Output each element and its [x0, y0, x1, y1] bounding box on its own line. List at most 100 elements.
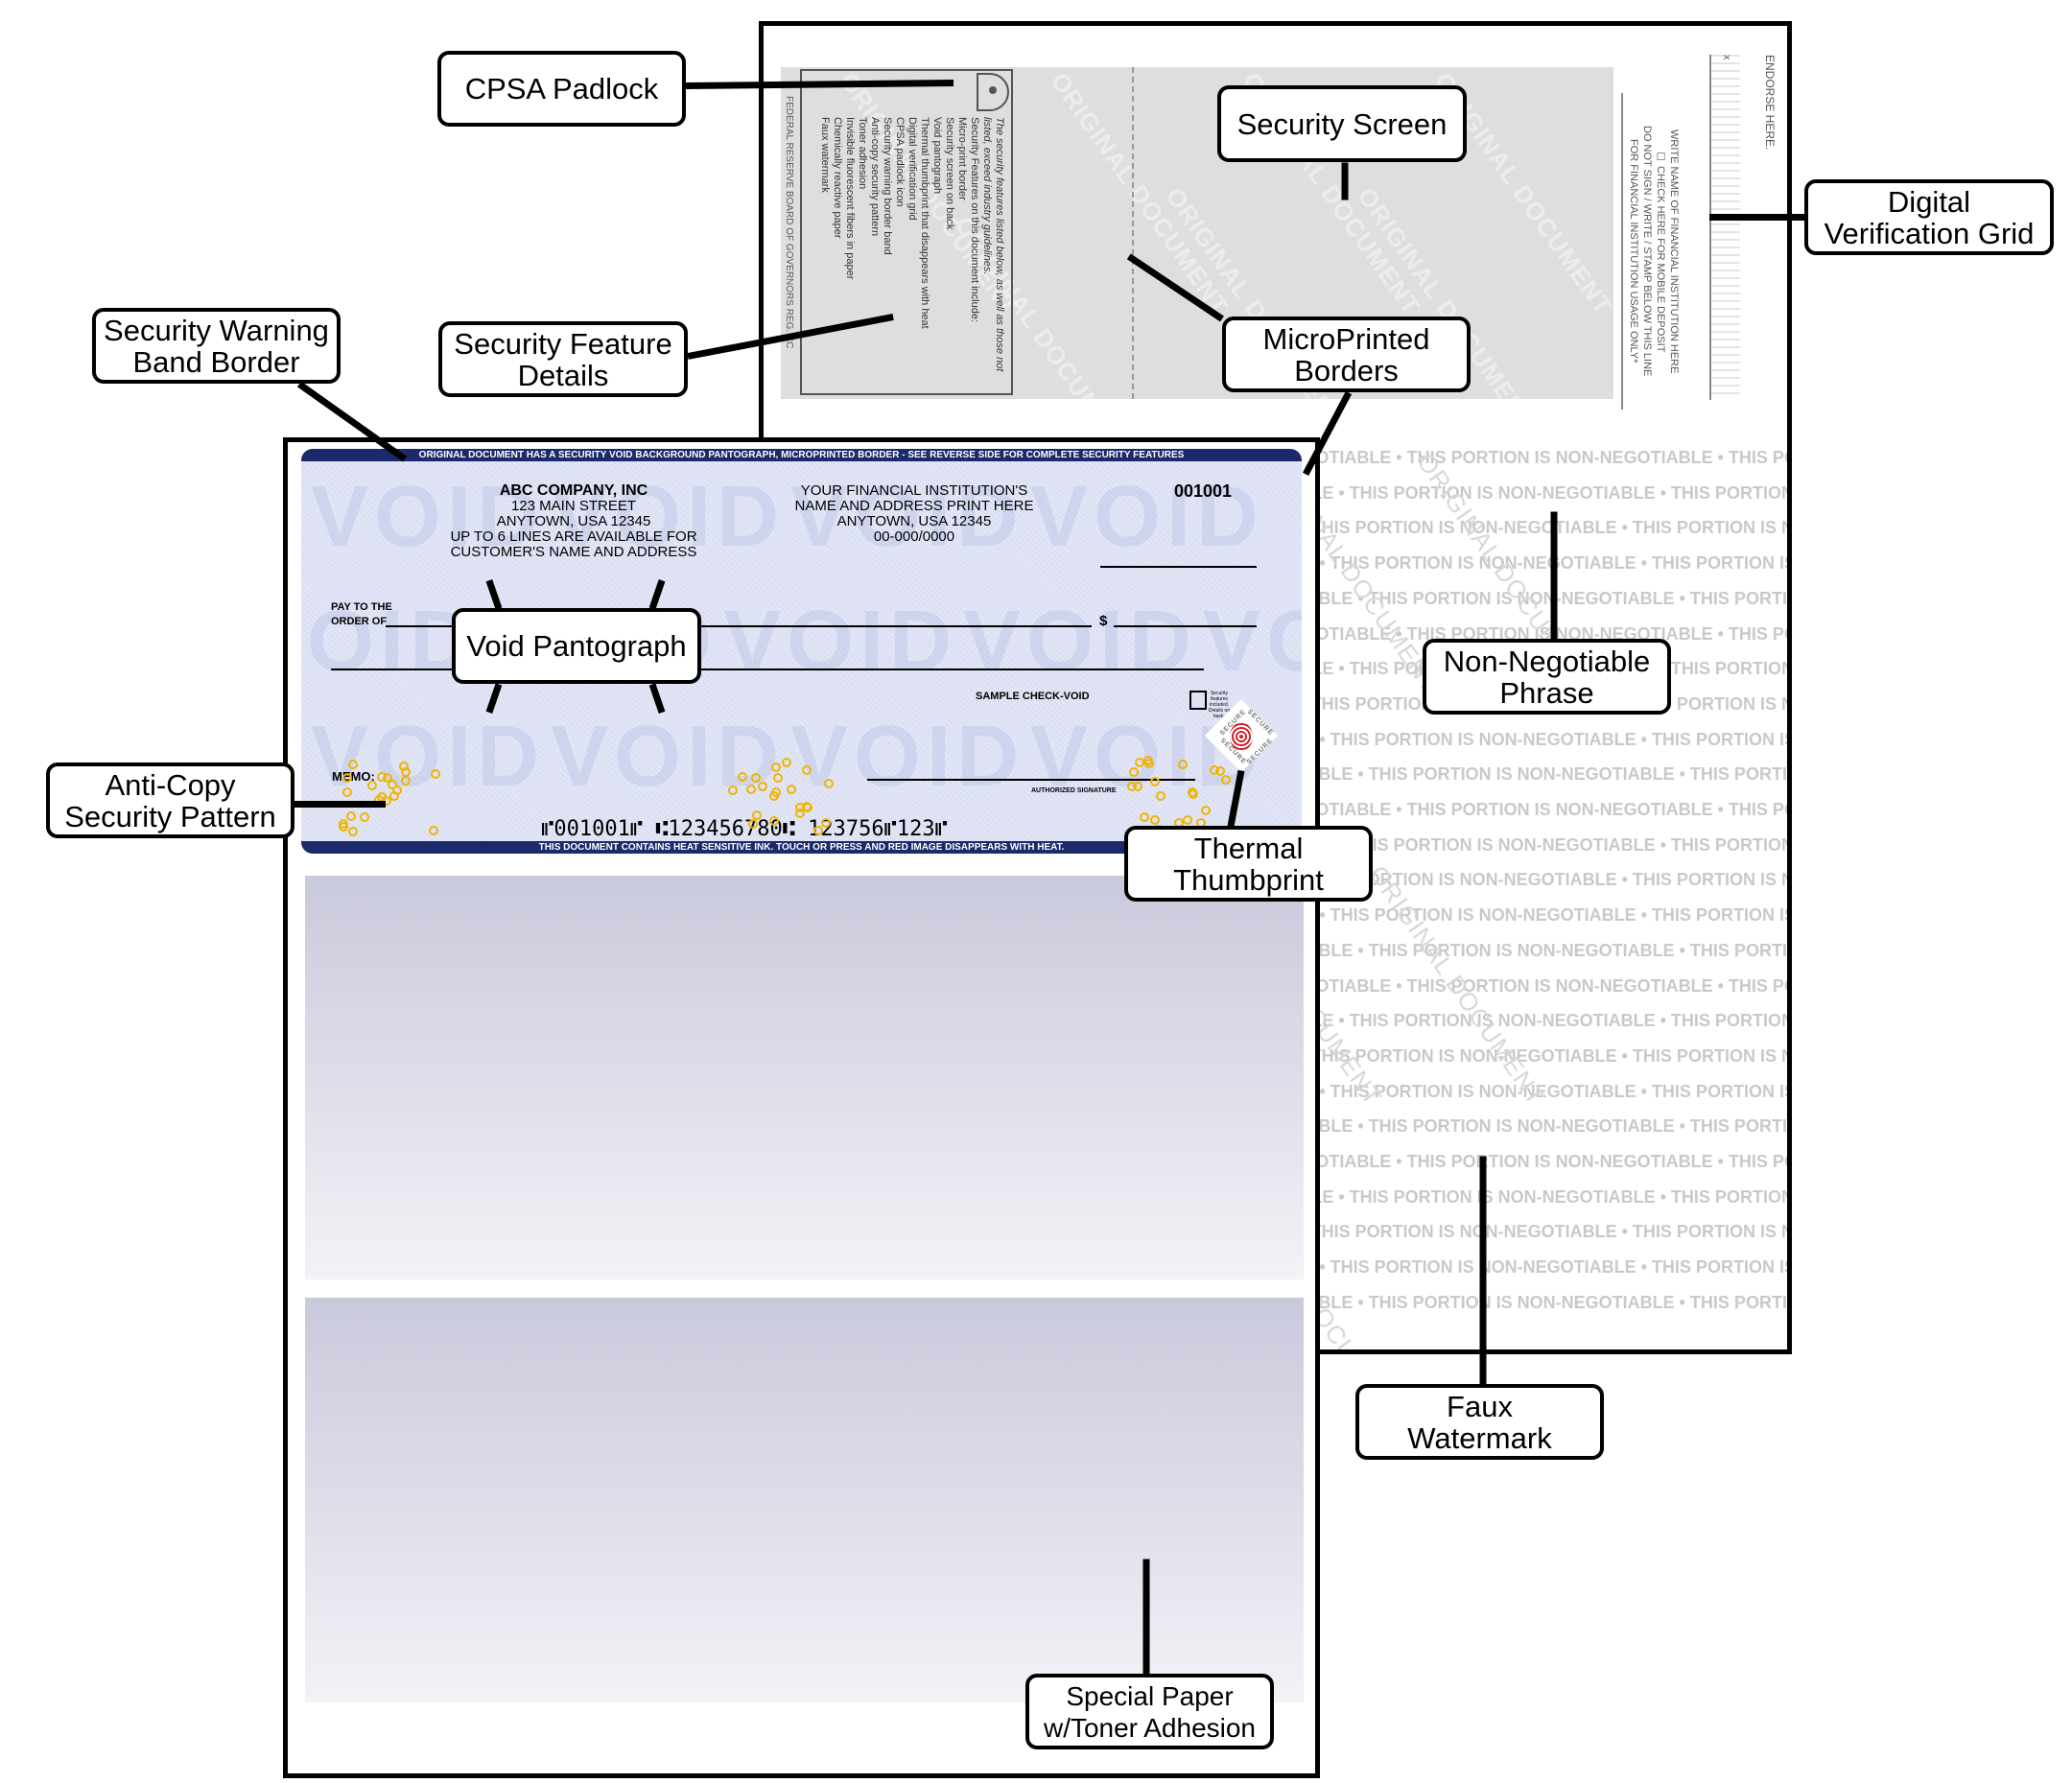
bank-line: 00-000/0000: [873, 528, 955, 545]
signature-label: AUTHORIZED SIGNATURE: [1031, 787, 1117, 794]
features-list: Micro-print border Security screen on bac…: [818, 117, 968, 390]
do-not-sign-label: DO NOT SIGN / WRITE / STAMP BELOW THIS L…: [1641, 126, 1653, 377]
amount-line[interactable]: [1114, 625, 1257, 627]
anti-copy-dot: [820, 817, 831, 828]
check-security-features-diagram: ORIGINAL DOCUMENT ORIGINAL DOCUMENT ORIGIN…: [0, 0, 2072, 1783]
signature-line[interactable]: [867, 779, 1195, 781]
endorse-here: ENDORSE HERE.: [1763, 55, 1777, 151]
anti-copy-dot: [770, 786, 781, 797]
institution-name-label: WRITE NAME OF FINANCIAL INSTITUTION HERE: [1668, 129, 1680, 374]
anti-copy-dot: [345, 810, 356, 821]
void-pantograph-text: VOID: [790, 709, 1025, 805]
void-pantograph-text: VOID: [723, 594, 958, 690]
company-address: ABC COMPANY, INC 123 MAIN STREET ANYTOWN…: [450, 483, 696, 560]
thumbprint-icon: [1230, 722, 1253, 751]
anti-copy-dot: [429, 825, 439, 835]
anti-copy-dot: [347, 826, 358, 836]
feature-item: Anti-copy security pattern: [869, 117, 881, 237]
feature-item: Toner adhesion: [857, 117, 868, 190]
feature-item: Security screen on back: [944, 117, 955, 230]
pay-to-label: PAY TO THE ORDER OF: [331, 601, 392, 627]
company-line: CUSTOMER'S NAME AND ADDRESS: [450, 544, 697, 560]
callout-security-warning-band: Security Warning Band Border: [92, 308, 341, 384]
federal-reserve-note: FEDERAL RESERVE BOARD OF GOVERNORS REG. …: [784, 96, 794, 349]
anti-copy-dot: [745, 784, 756, 794]
void-pantograph-text: VOID: [1203, 594, 1302, 690]
sample-void-label: SAMPLE CHECK-VOID: [976, 691, 1090, 702]
anti-copy-dot: [737, 771, 747, 782]
feature-item: Thermal thumbprint that disappears with …: [919, 117, 930, 329]
feature-item: Security warning border band: [882, 117, 893, 255]
leader-line: [1142, 1559, 1150, 1675]
anti-copy-dot: [388, 779, 398, 789]
security-screen: ORIGINAL DOCUMENT ORIGINAL DOCUMENT ORIGIN…: [781, 67, 1613, 399]
anti-copy-dot: [1150, 815, 1161, 826]
security-details-panel: The security features listed below, as w…: [800, 69, 1013, 395]
callout-special-paper: Special Paper w/Toner Adhesion: [1025, 1674, 1274, 1749]
check-number: 001001: [1174, 481, 1233, 501]
leader-line: [1709, 214, 1804, 221]
anti-copy-dot: [1220, 774, 1231, 785]
anti-copy-dot: [1128, 766, 1139, 777]
micr-line: ⑈001001⑈ ⑆123456780⑆ 123756⑈123⑈: [541, 817, 948, 841]
company-name: ABC COMPANY, INC: [499, 482, 648, 499]
anti-copy-dot: [400, 776, 411, 786]
bank-line: ANYTOWN, USA 12345: [836, 513, 992, 529]
features-heading: Security Features on this document inclu…: [969, 117, 980, 323]
callout-security-feature-details: Security Feature Details: [438, 321, 688, 397]
feature-item: Chemically reactive paper: [832, 117, 843, 239]
company-line: UP TO 6 LINES ARE AVAILABLE FOR: [450, 528, 697, 545]
feature-item: Digital verification grid: [906, 117, 918, 221]
anti-copy-dot: [388, 790, 399, 801]
company-line: 123 MAIN STREET: [510, 498, 637, 514]
date-line[interactable]: [1100, 566, 1257, 568]
digital-verification-grid: [1709, 55, 1740, 400]
leader-line: [294, 801, 386, 808]
company-line: ANYTOWN, USA 12345: [496, 513, 651, 529]
void-pantograph-text: VOID: [963, 594, 1198, 690]
callout-security-screen: Security Screen: [1217, 85, 1467, 162]
feature-item: CPSA padlock icon: [894, 117, 906, 207]
security-intro: The security features listed below, as w…: [981, 117, 1005, 372]
screen-watermark: ORIGINAL DOCUMENT: [1045, 67, 1235, 320]
anti-copy-dot: [1188, 789, 1198, 800]
security-warning-band-top: ORIGINAL DOCUMENT HAS A SECURITY VOID BA…: [301, 449, 1302, 461]
anti-copy-dot: [1183, 815, 1193, 826]
x-mark: x: [1721, 55, 1732, 60]
anti-copy-dot: [360, 811, 370, 822]
bank-line: YOUR FINANCIAL INSTITUTION'S: [800, 482, 1028, 499]
anti-copy-dot: [1200, 806, 1211, 816]
callout-non-negotiable-phrase: Non-Negotiable Phrase: [1423, 639, 1671, 715]
callout-microprinted-borders: MicroPrinted Borders: [1222, 317, 1471, 392]
microprint-divider: [1132, 67, 1134, 399]
leader-line: [1341, 162, 1349, 200]
feature-item: Faux watermark: [819, 117, 831, 193]
feature-item: Micro-print border: [956, 117, 968, 200]
callout-cpsa-padlock: CPSA Padlock: [437, 51, 686, 127]
callout-void-pantograph: Void Pantograph: [452, 608, 701, 684]
leader-line: [1550, 511, 1558, 640]
padlock-icon: [1189, 691, 1207, 710]
anti-copy-dot: [341, 773, 352, 784]
callout-faux-watermark: Faux Watermark: [1355, 1384, 1604, 1460]
leader-line: [1479, 1156, 1487, 1385]
stub-upper: [305, 876, 1304, 1279]
padlock-icon: [977, 73, 1009, 111]
feature-item: Void pantograph: [931, 117, 943, 195]
stub-lower: [305, 1298, 1304, 1702]
anti-copy-dot: [1155, 790, 1166, 801]
mobile-deposit-checkbox[interactable]: ☐ CHECK HERE FOR MOBILE DEPOSIT: [1654, 93, 1667, 410]
usage-only-label: FOR FINANCIAL INSTITUTION USAGE ONLY*: [1628, 139, 1639, 364]
callout-thermal-thumbprint: Thermal Thumbprint: [1124, 826, 1373, 902]
callout-anti-copy-pattern: Anti-Copy Security Pattern: [46, 762, 294, 838]
anti-copy-dot: [1133, 781, 1143, 791]
anti-copy-dot: [770, 762, 781, 772]
anti-copy-dot: [338, 822, 348, 833]
bank-line: NAME AND ADDRESS PRINT HERE: [794, 498, 1034, 514]
callout-digital-verification-grid: Digital Verification Grid: [1804, 179, 2054, 255]
feature-item: Invisible fluorescent fibers in paper: [844, 117, 856, 280]
anti-copy-dot: [757, 781, 767, 791]
anti-copy-dot: [801, 764, 812, 775]
anti-copy-dot: [772, 772, 783, 783]
anti-copy-dot: [1139, 812, 1149, 823]
